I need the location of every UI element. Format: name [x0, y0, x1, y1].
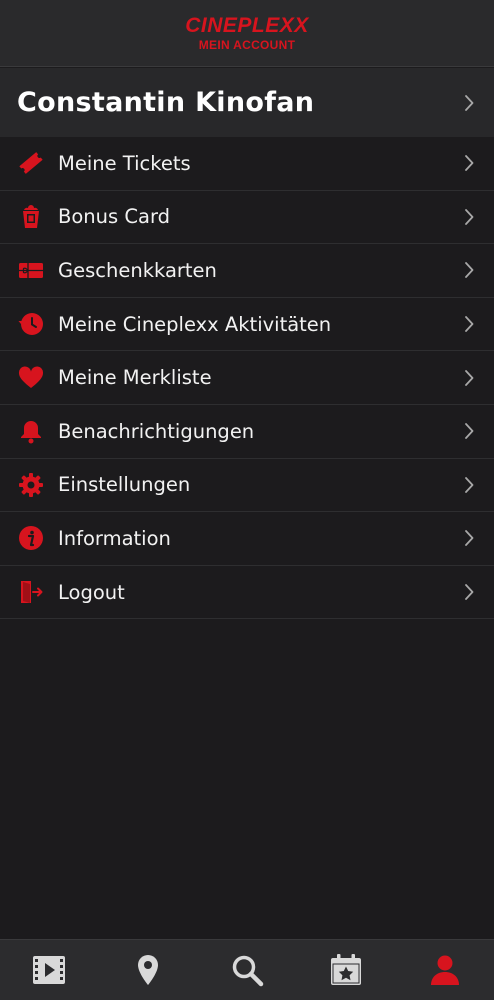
- chevron-right-icon: [462, 208, 476, 226]
- menu-item-gift-cards[interactable]: Geschenkkarten: [0, 244, 494, 298]
- account-menu: Meine Tickets Bonus Card Geschenkkarten …: [0, 137, 494, 620]
- chevron-right-icon: [462, 261, 476, 279]
- heart-icon: [17, 364, 45, 392]
- menu-item-label: Information: [58, 526, 171, 550]
- menu-item-label: Benachrichtigungen: [58, 419, 255, 443]
- chevron-right-icon: [462, 529, 476, 547]
- chevron-right-icon: [462, 422, 476, 440]
- film-icon: [32, 953, 66, 987]
- profile-row[interactable]: Constantin Kinofan: [0, 68, 494, 137]
- tab-program[interactable]: [316, 940, 376, 1000]
- menu-item-bonus-card[interactable]: Bonus Card: [0, 191, 494, 245]
- gift-card-icon: [17, 256, 45, 284]
- section-title: MEIN ACCOUNT: [198, 37, 296, 52]
- menu-item-logout[interactable]: Logout: [0, 566, 494, 620]
- bell-icon: [17, 417, 45, 445]
- menu-item-settings[interactable]: Einstellungen: [0, 459, 494, 513]
- menu-item-label: Meine Tickets: [58, 151, 191, 175]
- bottom-tab-bar: [0, 939, 494, 1000]
- menu-item-watchlist[interactable]: Meine Merkliste: [0, 351, 494, 405]
- menu-item-notifications[interactable]: Benachrichtigungen: [0, 405, 494, 459]
- logout-icon: [17, 578, 45, 606]
- gear-icon: [17, 471, 45, 499]
- calendar-star-icon: [329, 953, 363, 987]
- menu-item-activities[interactable]: Meine Cineplexx Aktivitäten: [0, 298, 494, 352]
- menu-item-label: Einstellungen: [58, 473, 191, 497]
- chevron-right-icon: [462, 154, 476, 172]
- menu-item-label: Geschenkkarten: [58, 258, 217, 282]
- tab-account[interactable]: [415, 940, 475, 1000]
- search-icon: [230, 953, 264, 987]
- chevron-right-icon: [462, 476, 476, 494]
- info-icon: [17, 524, 45, 552]
- menu-item-tickets[interactable]: Meine Tickets: [0, 137, 494, 191]
- tab-search[interactable]: [217, 940, 277, 1000]
- menu-item-label: Logout: [58, 580, 125, 604]
- chevron-right-icon: [462, 94, 476, 112]
- tab-movies[interactable]: [19, 940, 79, 1000]
- menu-item-label: Meine Cineplexx Aktivitäten: [58, 312, 332, 336]
- menu-item-information[interactable]: Information: [0, 512, 494, 566]
- location-pin-icon: [131, 953, 165, 987]
- chevron-right-icon: [462, 315, 476, 333]
- history-icon: [17, 310, 45, 338]
- menu-item-label: Meine Merkliste: [58, 366, 212, 390]
- menu-item-label: Bonus Card: [58, 205, 171, 229]
- chevron-right-icon: [462, 369, 476, 387]
- popcorn-icon: [17, 203, 45, 231]
- app-header: CINEPLEXX MEIN ACCOUNT: [0, 0, 494, 67]
- profile-name: Constantin Kinofan: [17, 87, 315, 118]
- cineplexx-logo: CINEPLEXX MEIN ACCOUNT: [185, 13, 309, 52]
- ticket-icon: [17, 149, 45, 177]
- user-icon: [428, 953, 462, 987]
- logo-text: CINEPLEXX: [185, 13, 309, 37]
- chevron-right-icon: [462, 583, 476, 601]
- tab-cinemas[interactable]: [118, 940, 178, 1000]
